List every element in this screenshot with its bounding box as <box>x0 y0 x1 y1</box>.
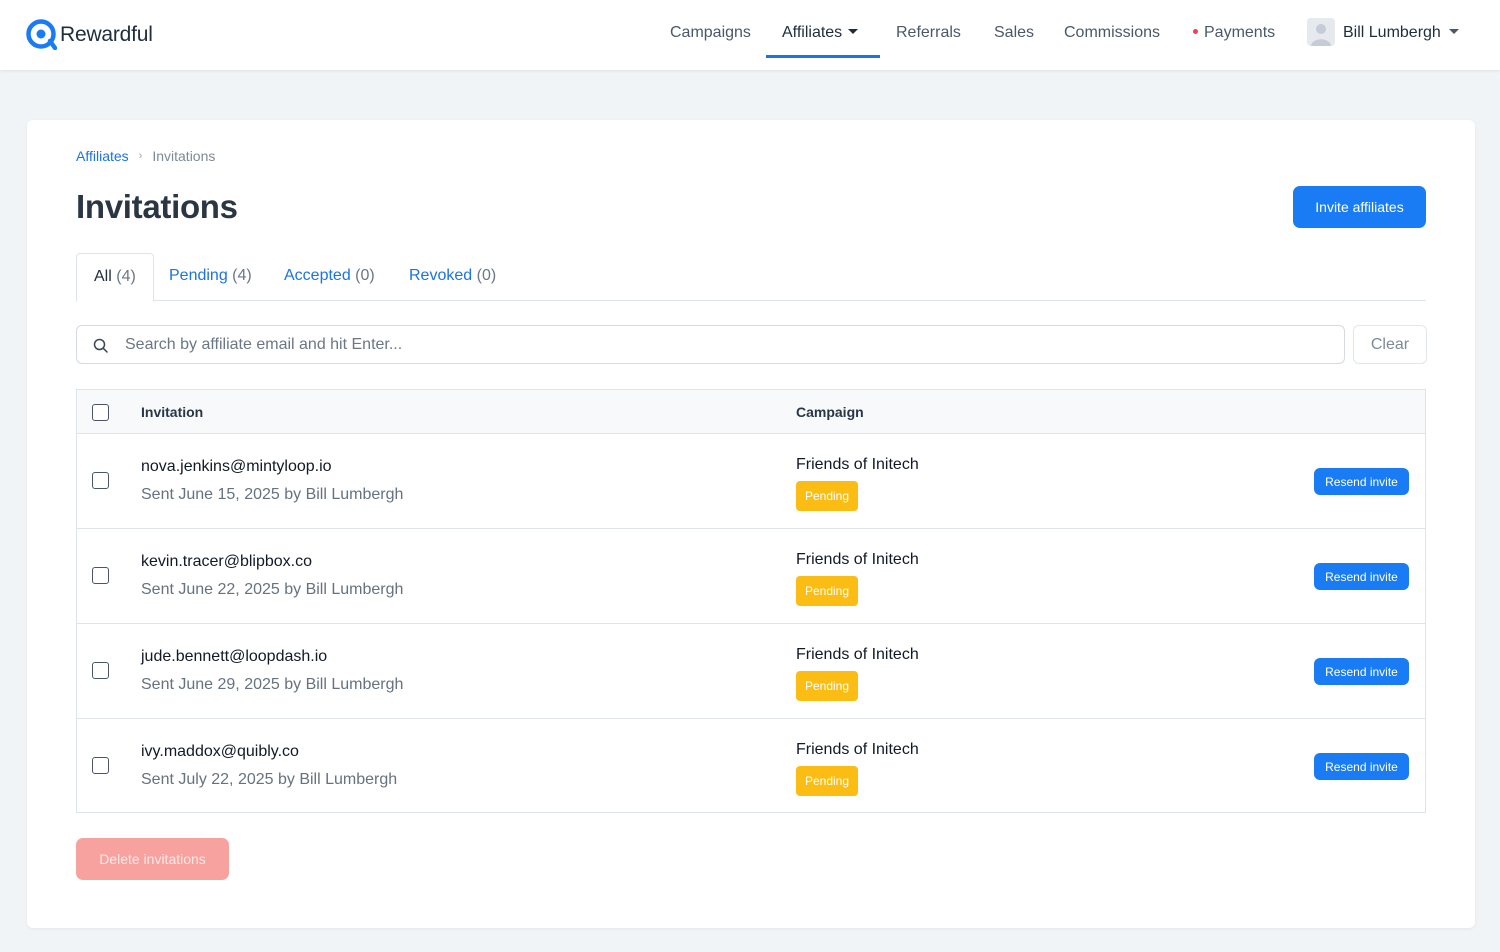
invite-affiliates-button[interactable]: Invite affiliates <box>1293 186 1426 228</box>
campaign-name: Friends of Initech <box>796 741 919 758</box>
search-icon <box>93 338 109 354</box>
nav-campaigns[interactable]: Campaigns <box>670 0 751 70</box>
row-checkbox[interactable] <box>92 662 109 679</box>
nav-sales[interactable]: Sales <box>994 0 1034 70</box>
caret-down-icon <box>848 28 859 34</box>
nav-affiliates[interactable]: Affiliates <box>782 0 859 70</box>
table-row: nova.jenkins@mintyloop.io Sent June 15, … <box>77 434 1425 529</box>
caret-down-icon <box>1448 28 1459 34</box>
tab-count: (4) <box>232 267 252 284</box>
invitations-table: Invitation Campaign nova.jenkins@mintylo… <box>76 389 1426 813</box>
resend-invite-button[interactable]: Resend invite <box>1314 563 1409 590</box>
row-checkbox[interactable] <box>92 757 109 774</box>
tab-count: (0) <box>355 267 375 284</box>
invitation-email: kevin.tracer@blipbox.co <box>141 553 312 570</box>
status-badge: Pending <box>796 576 858 606</box>
status-badge: Pending <box>796 671 858 701</box>
status-badge: Pending <box>796 766 858 796</box>
table-header: Invitation Campaign <box>77 390 1425 434</box>
brand-name: Rewardful <box>60 22 153 46</box>
invitation-email: jude.bennett@loopdash.io <box>141 648 328 665</box>
row-checkbox[interactable] <box>92 472 109 489</box>
nav-payments-label: Payments <box>1204 24 1276 41</box>
nav-affiliates-label: Affiliates <box>782 24 843 41</box>
campaign-name: Friends of Initech <box>796 646 919 663</box>
invitation-email: nova.jenkins@mintyloop.io <box>141 458 332 475</box>
nav-referrals[interactable]: Referrals <box>896 0 961 70</box>
tab-label: Accepted <box>284 267 351 284</box>
invitation-sent-info: Sent June 29, 2025 by Bill Lumbergh <box>141 676 404 693</box>
resend-invite-button[interactable]: Resend invite <box>1314 753 1409 780</box>
campaign-name: Friends of Initech <box>796 456 919 473</box>
search-input[interactable] <box>125 326 1325 363</box>
active-nav-indicator <box>766 55 880 58</box>
user-menu[interactable]: Bill Lumbergh <box>1343 0 1459 70</box>
resend-invite-button[interactable]: Resend invite <box>1314 468 1409 495</box>
tab-count: (4) <box>116 268 136 285</box>
resend-invite-button[interactable]: Resend invite <box>1314 658 1409 685</box>
table-row: jude.bennett@loopdash.io Sent June 29, 2… <box>77 624 1425 719</box>
status-badge: Pending <box>796 481 858 511</box>
search-box <box>76 325 1345 364</box>
invitation-email: ivy.maddox@quibly.co <box>141 743 299 760</box>
tab-count: (0) <box>476 267 497 284</box>
invitation-sent-info: Sent June 15, 2025 by Bill Lumbergh <box>141 486 404 503</box>
table-row: kevin.tracer@blipbox.co Sent June 22, 20… <box>77 529 1425 624</box>
nav-payments[interactable]: Payments <box>1193 0 1275 70</box>
invitation-sent-info: Sent June 22, 2025 by Bill Lumbergh <box>141 581 404 598</box>
tab-accepted[interactable]: Accepted (0) <box>267 253 392 301</box>
column-header-campaign: Campaign <box>796 404 864 420</box>
user-name: Bill Lumbergh <box>1343 24 1441 41</box>
select-all-checkbox[interactable] <box>92 404 109 421</box>
chevron-right-icon: › <box>138 150 143 162</box>
tab-label: All <box>94 268 112 285</box>
tab-label: Pending <box>169 267 228 284</box>
main-card: Affiliates › Invitations Invitations Inv… <box>27 120 1475 928</box>
tab-revoked[interactable]: Revoked (0) <box>392 253 513 301</box>
user-avatar-icon[interactable] <box>1307 18 1335 46</box>
status-tabs: All (4) Pending (4) Accepted (0) Revoked… <box>76 253 1426 302</box>
notification-dot-icon <box>1193 28 1198 34</box>
page-title: Invitations <box>76 188 238 225</box>
rewardful-logo-icon <box>26 19 58 51</box>
clear-button[interactable]: Clear <box>1353 325 1427 364</box>
invitation-sent-info: Sent July 22, 2025 by Bill Lumbergh <box>141 771 398 788</box>
breadcrumb-current: Invitations <box>152 148 216 164</box>
campaign-name: Friends of Initech <box>796 551 919 568</box>
breadcrumb-affiliates-link[interactable]: Affiliates <box>76 148 129 164</box>
row-checkbox[interactable] <box>92 567 109 584</box>
top-navbar: Rewardful Campaigns Affiliates Referrals… <box>0 0 1500 70</box>
delete-invitations-button[interactable]: Delete invitations <box>76 838 229 880</box>
tab-all[interactable]: All (4) <box>76 253 154 302</box>
brand[interactable]: Rewardful <box>26 19 153 51</box>
tab-label: Revoked <box>409 267 473 284</box>
tab-pending[interactable]: Pending (4) <box>152 253 269 301</box>
column-header-invitation: Invitation <box>141 404 204 420</box>
breadcrumb: Affiliates › Invitations <box>76 148 215 164</box>
nav-commissions[interactable]: Commissions <box>1064 0 1160 70</box>
table-row: ivy.maddox@quibly.co Sent July 22, 2025 … <box>77 719 1425 814</box>
